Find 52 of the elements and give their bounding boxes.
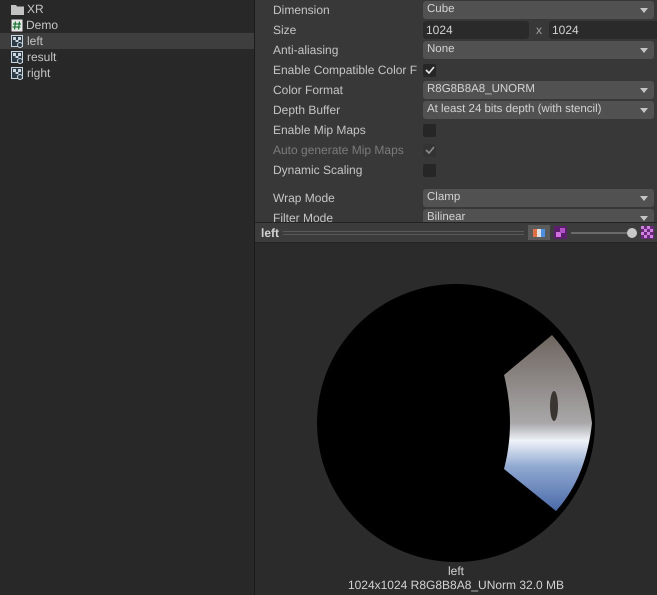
item-name: result xyxy=(27,49,56,66)
texture-info: 1024x1024 R8G8B8A8_UNorm 32.0 MB xyxy=(348,578,564,592)
dropdown-caret-icon xyxy=(640,48,648,52)
check-icon xyxy=(424,146,434,154)
render-texture-icon xyxy=(11,34,24,48)
dropdown-field[interactable]: R8G8B8A8_UNORM xyxy=(423,81,654,99)
item-name: Demo xyxy=(26,17,58,34)
preview-caption: left xyxy=(448,564,464,578)
property-label: Anti-aliasing xyxy=(273,42,340,59)
dropdown-field[interactable]: Clamp xyxy=(423,189,654,207)
property-label: Dynamic Scaling xyxy=(273,162,364,179)
project-item[interactable]: left xyxy=(0,33,254,49)
dropdown-field[interactable]: None xyxy=(423,41,654,59)
dropdown-caret-icon xyxy=(640,88,648,92)
slider-thumb[interactable] xyxy=(627,228,637,238)
item-name: left xyxy=(27,33,44,50)
width-input-field[interactable]: 1024 xyxy=(423,21,529,39)
property-label: Depth Buffer xyxy=(273,102,342,119)
height-input-field[interactable]: 1024 xyxy=(549,21,657,39)
color-channel-button[interactable] xyxy=(528,225,550,240)
project-item[interactable]: right xyxy=(0,65,254,81)
render-texture-icon xyxy=(11,50,24,64)
preview-title: left xyxy=(261,224,279,242)
dropdown-caret-icon xyxy=(640,196,648,200)
property-label: Enable Compatible Color F xyxy=(273,62,418,79)
check-icon xyxy=(424,66,434,74)
project-item[interactable]: XR xyxy=(0,1,254,17)
dropdown-caret-icon xyxy=(640,108,648,112)
item-name: XR xyxy=(27,1,44,18)
property-label: Dimension xyxy=(273,2,331,19)
item-name: right xyxy=(27,65,50,82)
folder-icon xyxy=(11,4,24,14)
property-label: Filter Mode xyxy=(273,210,334,222)
checkerboard-icon[interactable] xyxy=(641,226,654,239)
dropdown-field[interactable]: At least 24 bits depth (with stencil) xyxy=(423,101,654,119)
mip-slider[interactable] xyxy=(571,228,637,238)
size-separator: x xyxy=(535,22,543,39)
rgb-bars-icon xyxy=(533,228,545,236)
property-label: Size xyxy=(273,22,298,39)
property-label: Enable Mip Maps xyxy=(273,122,367,139)
checkbox[interactable] xyxy=(423,64,436,76)
property-label: Color Format xyxy=(273,82,344,99)
project-item[interactable]: Demo xyxy=(0,17,254,33)
checker-cubes-icon[interactable] xyxy=(554,226,567,239)
dropdown-field[interactable]: Cube xyxy=(423,1,654,19)
render-texture-icon xyxy=(11,66,24,80)
dropdown-field[interactable]: Bilinear xyxy=(423,209,654,222)
property-label: Wrap Mode xyxy=(273,190,336,207)
dropdown-caret-icon xyxy=(640,8,648,12)
script-file-icon xyxy=(11,18,23,32)
property-label: Auto generate Mip Maps xyxy=(273,142,405,159)
project-item[interactable]: result xyxy=(0,49,254,65)
